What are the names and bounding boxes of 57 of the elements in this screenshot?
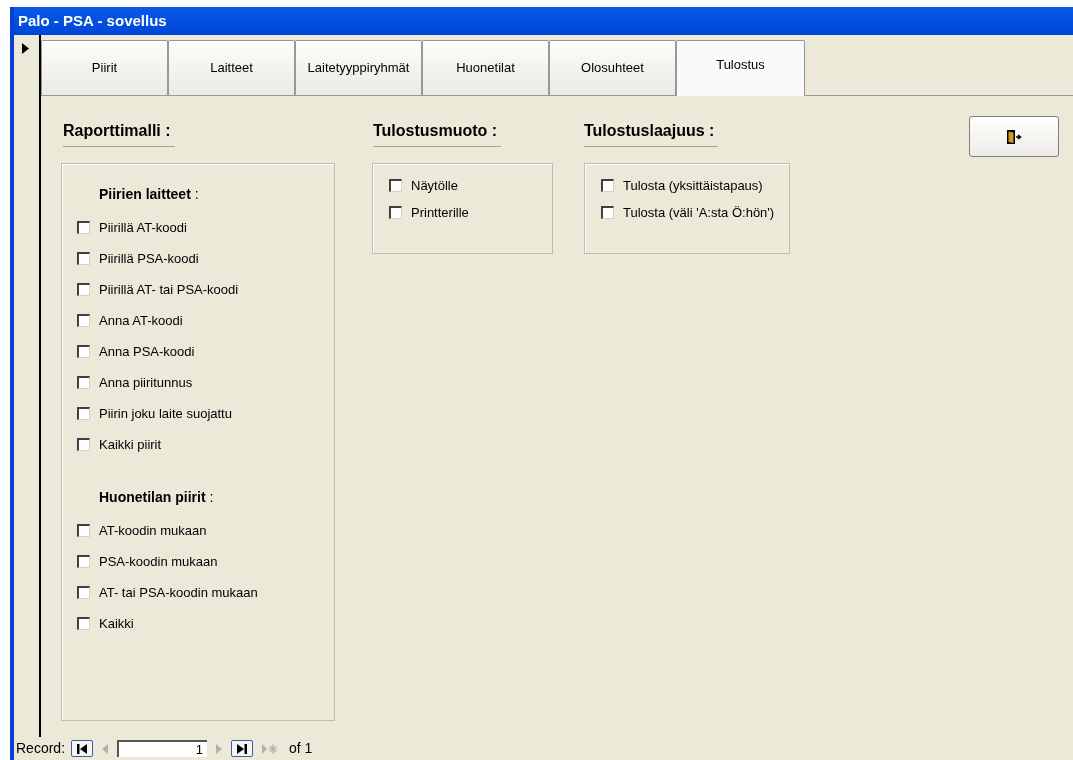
checkbox-label: Tulosta (yksittäistapaus) <box>623 176 763 195</box>
checkbox-label: Anna piiritunnus <box>99 373 193 392</box>
checkbox-label: Kaikki piirit <box>99 435 162 454</box>
current-record-icon <box>22 43 29 54</box>
checkbox[interactable] <box>77 314 90 327</box>
checkbox-label: PSA-koodin mukaan <box>99 552 218 571</box>
window-title: Palo - PSA - sovellus <box>18 10 167 31</box>
next-record-icon <box>216 743 223 754</box>
navigation-button[interactable] <box>231 740 254 757</box>
tab[interactable]: Huonetilat <box>422 40 549 95</box>
checkbox-label: Piirin joku laite suojattu <box>99 404 232 423</box>
checkbox[interactable] <box>77 617 90 630</box>
checkbox-label: Piirillä AT- tai PSA-koodi <box>99 280 239 299</box>
checkbox[interactable] <box>77 407 90 420</box>
tab[interactable]: Piirit <box>41 40 168 95</box>
record-label: Record: <box>16 739 66 758</box>
checkbox-label: Kaikki <box>99 614 134 633</box>
group-heading: Piirien laitteet : <box>99 186 199 202</box>
new-record-icon <box>262 743 279 754</box>
checkbox-label: Anna AT-koodi <box>99 311 183 330</box>
checkbox[interactable] <box>77 221 90 234</box>
section-heading: Tulostuslaajuus : <box>584 122 715 139</box>
checkbox[interactable] <box>77 376 90 389</box>
checkbox-label: AT-koodin mukaan <box>99 521 207 540</box>
tab[interactable]: Laitetyyppiryhmät <box>295 40 422 95</box>
checkbox-label: AT- tai PSA-koodin mukaan <box>99 583 258 602</box>
first-record-icon <box>76 743 89 754</box>
previous-record-icon <box>102 743 109 754</box>
record-number-field[interactable]: 1 <box>117 740 208 757</box>
checkbox-label: Anna PSA-koodi <box>99 342 195 361</box>
checkbox[interactable] <box>77 555 90 568</box>
last-record-icon <box>236 743 249 754</box>
checkbox-label: Piirillä PSA-koodi <box>99 249 199 268</box>
checkbox[interactable] <box>77 345 90 358</box>
exit-button[interactable] <box>969 116 1059 157</box>
section-heading: Tulostusmuoto : <box>373 122 498 139</box>
checkbox-label: Printterille <box>411 203 469 222</box>
tab[interactable]: Laitteet <box>168 40 295 95</box>
record-total: of 1 <box>289 739 313 758</box>
navigation-button[interactable] <box>71 740 94 757</box>
tab[interactable]: Olosuhteet <box>549 40 676 95</box>
exit-door-icon <box>1006 129 1022 144</box>
checkbox-label: Näytölle <box>411 176 458 195</box>
tab[interactable]: Tulostus <box>676 40 805 96</box>
checkbox[interactable] <box>77 524 90 537</box>
checkbox-label: Tulosta (väli 'A:sta Ö:hön') <box>623 203 775 222</box>
checkbox[interactable] <box>77 283 90 296</box>
checkbox[interactable] <box>77 586 90 599</box>
checkbox[interactable] <box>77 438 90 451</box>
checkbox[interactable] <box>601 206 614 219</box>
section-heading: Raporttimalli : <box>63 122 171 139</box>
checkbox[interactable] <box>389 179 402 192</box>
checkbox[interactable] <box>601 179 614 192</box>
group-heading: Huonetilan piirit : <box>99 489 214 505</box>
checkbox[interactable] <box>389 206 402 219</box>
checkbox[interactable] <box>77 252 90 265</box>
checkbox-label: Piirillä AT-koodi <box>99 218 187 237</box>
